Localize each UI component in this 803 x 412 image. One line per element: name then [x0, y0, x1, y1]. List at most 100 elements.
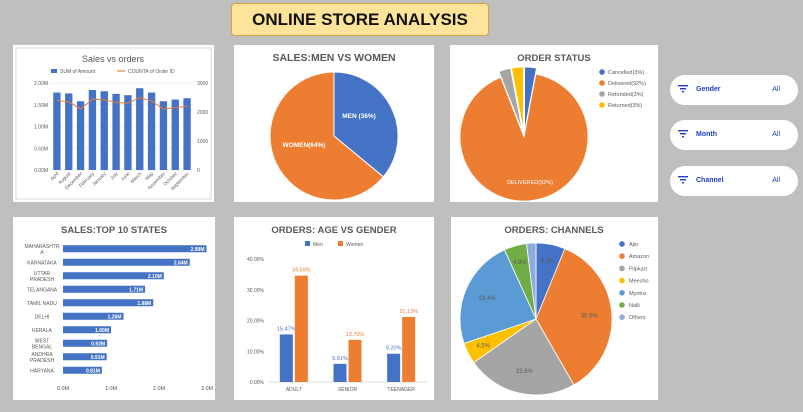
chart-title: Sales vs orders	[82, 54, 145, 64]
amount-bar	[76, 101, 85, 170]
filter-icon	[678, 85, 688, 93]
top-states-chart: SALES:TOP 10 STATES 2.99M MAHARASHTR A 2.64M…	[24, 225, 214, 392]
legend-label: Ajio	[629, 242, 638, 248]
y-tick-label: 1.50M	[34, 103, 48, 109]
y-tick-label: 30.00%	[247, 288, 265, 294]
y-tick-label: 40.00%	[247, 257, 265, 263]
amount-bar	[124, 95, 132, 170]
chart-title: ORDERS: CHANNELS	[504, 225, 603, 236]
slice-label: DELIVERED(92%)	[507, 180, 553, 186]
y-category-label: WEST BENGAL	[32, 338, 53, 350]
order-count-line	[56, 96, 188, 110]
gender-slicer-value[interactable]: All	[772, 86, 780, 93]
bar-value-label: 2.99M	[191, 247, 205, 253]
legend-label: Meesho	[629, 279, 649, 285]
state-bar	[63, 258, 190, 266]
age-gender-panel: ORDERS: AGE VS GENDER Men Women 0.00% 10.00%…	[234, 217, 434, 400]
filter-icon	[678, 130, 688, 138]
x-tick-label: 3.0M	[201, 386, 214, 392]
month-slicer-label: Month	[696, 131, 717, 138]
amount-bar	[136, 88, 144, 170]
bar-value-label: 2.64M	[174, 260, 188, 266]
amount-bar	[171, 99, 179, 170]
amount-bar	[112, 93, 120, 170]
y-category-label: TELANGANA	[27, 287, 58, 293]
age-gender-bar	[279, 334, 293, 382]
y-tick-label: 0.00%	[250, 380, 265, 386]
age-gender-bar	[348, 339, 362, 382]
amount-bar	[100, 91, 108, 170]
x-tick-label: TEENAGER	[387, 387, 415, 393]
y2-tick-label: 0	[197, 168, 200, 174]
bar-value-label: 0.81M	[86, 368, 100, 374]
legend-label: Women	[346, 242, 363, 248]
channels-chart: ORDERS: CHANNELS 6.2% 35.5% 23.6% 4.5% 23.4% 4…	[459, 225, 649, 396]
x-tick-label: March	[129, 171, 143, 185]
amount-bar	[88, 89, 97, 170]
chart-title: SALES:TOP 10 STATES	[61, 225, 167, 236]
amount-bar	[65, 93, 73, 170]
channel-slicer[interactable]: Channel All	[670, 166, 798, 196]
y2-tick-label: 2000	[197, 110, 208, 116]
age-gender-bar	[333, 363, 347, 382]
month-slicer-value[interactable]: All	[772, 131, 780, 138]
y-category-label: KARNATAKA	[27, 260, 57, 266]
legend-label: Returned(3%)	[608, 103, 642, 109]
bar-value-label: 15.47%	[277, 326, 296, 332]
x-tick-label: 0.0M	[57, 386, 70, 392]
amount-bar	[53, 92, 61, 170]
y-category-label: UTTAR PRADESH	[30, 271, 55, 283]
legend-swatch	[599, 91, 605, 97]
slice-label: WOMEN(64%)	[283, 142, 326, 149]
y-tick-label: 20.00%	[247, 319, 265, 325]
gender-slicer[interactable]: Gender All	[670, 75, 798, 105]
amount-bar	[159, 101, 168, 170]
legend-label: Flipkart	[629, 266, 648, 272]
bar-value-label: 1.71M	[129, 287, 143, 293]
slice-label: 6.2%	[541, 259, 555, 265]
month-slicer[interactable]: Month All	[670, 120, 798, 150]
amount-bar	[183, 98, 191, 170]
chart-title: SALES:MEN VS WOMEN	[272, 52, 395, 64]
top-states-panel: SALES:TOP 10 STATES 2.99M MAHARASHTR A 2.64M…	[13, 217, 215, 400]
legend-swatch	[619, 277, 625, 284]
slice-label: MEN (36%)	[342, 113, 376, 120]
channel-slicer-label: Channel	[696, 177, 724, 184]
legend-swatch	[599, 69, 605, 75]
slice-label: 4.5%	[476, 344, 490, 350]
legend-swatch	[619, 241, 625, 247]
slice-label: 23.4%	[479, 296, 497, 302]
legend-swatch	[619, 290, 625, 296]
age-gender-bar	[402, 317, 416, 382]
bar-value-label: 2.10M	[148, 274, 162, 280]
legend-swatch	[619, 302, 625, 308]
channel-slicer-value[interactable]: All	[772, 177, 780, 184]
legend-label: Nalli	[629, 303, 640, 309]
legend-label: Amazon	[629, 254, 649, 260]
bar-value-label: 0.91M	[91, 355, 105, 361]
slice-label: 35.5%	[581, 313, 599, 319]
bar-value-label: 0.92M	[91, 341, 105, 347]
y-category-label: ANDHRA PRADESH	[30, 352, 55, 364]
age-gender-bar	[294, 275, 308, 382]
y2-tick-label: 1000	[197, 139, 208, 145]
order-status-chart: ORDER STATUS DELIVERED(92%) Cancelled(3%) D…	[459, 53, 646, 202]
order-status-panel: ORDER STATUS DELIVERED(92%) Cancelled(3%) D…	[450, 45, 658, 202]
x-tick-label: SENIOR	[338, 387, 358, 393]
y-category-label: KERALA	[32, 328, 52, 334]
y-category-label: HARYANA	[30, 368, 54, 374]
legend-swatch	[338, 241, 343, 246]
legend-label: SUM of Amount	[60, 69, 96, 75]
bar-value-label: 1.88M	[137, 301, 151, 307]
legend-label: Myntra	[629, 291, 647, 297]
gender-slicer-label: Gender	[696, 86, 721, 93]
x-tick-label: ADULT	[286, 387, 302, 393]
channels-panel: ORDERS: CHANNELS 6.2% 35.5% 23.6% 4.5% 23.4% 4…	[451, 217, 658, 400]
amount-bar	[147, 92, 156, 170]
sales-gender-chart: SALES:MEN VS WOMEN MEN (36%) WOMEN(64%)	[269, 52, 399, 201]
legend-label: Delivered(92%)	[608, 81, 646, 87]
bar-value-label: 13.70%	[346, 332, 365, 338]
y-tick-label: 0.00M	[34, 168, 48, 174]
legend-swatch	[305, 241, 310, 246]
chart-title: ORDER STATUS	[517, 53, 591, 64]
